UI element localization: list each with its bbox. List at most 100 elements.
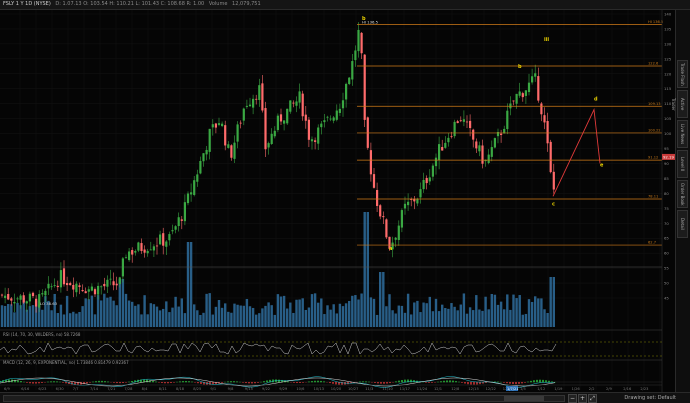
volume-bar xyxy=(152,304,156,327)
ohlc-readout: D: 1.07.13 O: 103.54 H: 110.21 L: 101.43… xyxy=(55,1,205,7)
chart-svg[interactable]: HI 136.5122.6109.13100.2291.1278.1162.7H… xyxy=(0,10,676,392)
last-price-value: 92.19 xyxy=(663,154,674,159)
volume-bar xyxy=(214,306,218,327)
volume-bar xyxy=(72,311,75,327)
volume-bar xyxy=(115,305,118,327)
candle-body xyxy=(283,120,286,124)
zoom-in-icon[interactable]: + xyxy=(578,394,587,403)
sidebar-tab-trade-flash[interactable]: Trade Flash xyxy=(677,60,688,88)
macd-histogram-bar xyxy=(383,382,385,384)
candle-body xyxy=(84,291,87,294)
macd-histogram-bar xyxy=(146,379,148,383)
candle-body xyxy=(394,237,397,240)
volume-bar xyxy=(552,277,555,327)
macd-histogram-bar xyxy=(47,381,49,383)
candle-body xyxy=(500,133,503,135)
zoom-out-icon[interactable]: − xyxy=(568,394,577,403)
candle-body xyxy=(456,121,459,124)
fib-level-label: HI 136.5 xyxy=(648,20,663,24)
date-tick-label: 7/7 xyxy=(73,387,79,391)
candle-body xyxy=(196,174,199,182)
macd-histogram-bar xyxy=(104,381,106,383)
volume-bar xyxy=(28,306,32,327)
volume-bar xyxy=(385,306,388,327)
date-tick-label: 2/9 xyxy=(606,387,612,391)
low-price-marker: LO 38.63 xyxy=(40,301,58,306)
drawing-set-label[interactable]: Drawing set: Default xyxy=(624,393,676,403)
price-tick-label: 115 xyxy=(664,86,672,91)
candle-body xyxy=(13,302,16,304)
candle-body xyxy=(348,77,351,85)
candle-body xyxy=(193,180,196,195)
candle-body xyxy=(0,294,4,296)
volume-bar xyxy=(422,302,425,327)
date-tick-label: 1/5 xyxy=(520,387,526,391)
candle-body xyxy=(453,121,456,137)
candle-body xyxy=(441,146,444,151)
thinkorswim-chart-window: FSLY 1 Y 1D (NYSE) D: 1.07.13 O: 103.54 … xyxy=(0,0,690,403)
volume-bar xyxy=(323,314,326,327)
date-tick-label: 8/18 xyxy=(176,387,185,391)
volume-bar xyxy=(211,314,214,327)
sidebar-tab-detail[interactable]: Detail xyxy=(677,210,688,238)
macd-histogram-bar xyxy=(158,382,160,383)
sidebar-tab-active-trader[interactable]: Active Trader xyxy=(671,90,688,118)
volume-bar xyxy=(298,299,301,327)
date-tick-label: 8/25 xyxy=(193,387,201,391)
chart-canvas[interactable]: HI 136.5 122.6 109.13 100.22 91.12 78.11 62.7 H… xyxy=(0,10,676,392)
macd-histogram-bar xyxy=(248,382,250,384)
volume-bar xyxy=(363,212,366,327)
candle-body xyxy=(152,246,155,251)
candle-body xyxy=(103,283,106,287)
macd-histogram-bar xyxy=(20,381,22,383)
volume-bar xyxy=(236,304,239,327)
macd-histogram-bar xyxy=(257,382,259,383)
macd-histogram-bar xyxy=(437,381,439,383)
symbol-label[interactable]: FSLY 1 Y 1D (NYSE) xyxy=(3,1,51,7)
candle-body xyxy=(69,283,72,286)
macd-histogram-bar xyxy=(365,381,367,383)
volume-bar xyxy=(475,295,478,327)
volume-bar xyxy=(121,279,125,327)
volume-bar xyxy=(394,313,397,327)
sidebar-tab-level-ii[interactable]: Level II xyxy=(677,150,688,178)
volume-bar xyxy=(338,303,342,327)
volume-bar xyxy=(75,313,78,327)
macd-histogram-bar xyxy=(98,380,100,383)
candle-body xyxy=(434,157,438,167)
volume-bar xyxy=(13,312,16,327)
candle-body xyxy=(186,193,190,204)
candle-body xyxy=(289,100,292,112)
candle-body xyxy=(295,101,298,106)
expand-icon[interactable]: ⤢ xyxy=(588,394,597,403)
volume-bar xyxy=(100,300,103,327)
macd-histogram-bar xyxy=(308,381,310,383)
volume-bar xyxy=(304,309,307,327)
macd-histogram-bar xyxy=(440,381,442,383)
macd-histogram-bar xyxy=(455,381,457,383)
macd-histogram-bar xyxy=(245,382,247,384)
sidebar-tab-live-news[interactable]: Live News xyxy=(677,120,688,148)
date-tick-label: 8/11 xyxy=(159,387,167,391)
macd-histogram-bar xyxy=(62,382,64,383)
candle-body xyxy=(233,142,236,159)
macd-histogram-bar xyxy=(131,380,133,383)
candle-body xyxy=(527,82,531,93)
volume-bar xyxy=(310,294,314,327)
volume-bar xyxy=(149,303,152,327)
volume-bar xyxy=(499,301,503,327)
macd-histogram-bar xyxy=(95,381,97,383)
macd-histogram-bar xyxy=(155,381,157,383)
fib-level-label: 78.11 xyxy=(648,195,658,199)
volume-bar xyxy=(217,300,221,327)
macd-histogram-bar xyxy=(107,381,109,383)
candle-body xyxy=(112,281,115,286)
sidebar-tab-order-book[interactable]: Order Book xyxy=(677,180,688,208)
volume-bar xyxy=(180,298,183,327)
time-scrollbar[interactable] xyxy=(3,395,565,402)
scrollbar-thumb[interactable] xyxy=(504,396,544,401)
volume-bar xyxy=(503,309,506,327)
candle-body xyxy=(56,285,59,288)
volume-bar xyxy=(496,304,500,327)
macd-histogram-bar xyxy=(335,382,337,385)
